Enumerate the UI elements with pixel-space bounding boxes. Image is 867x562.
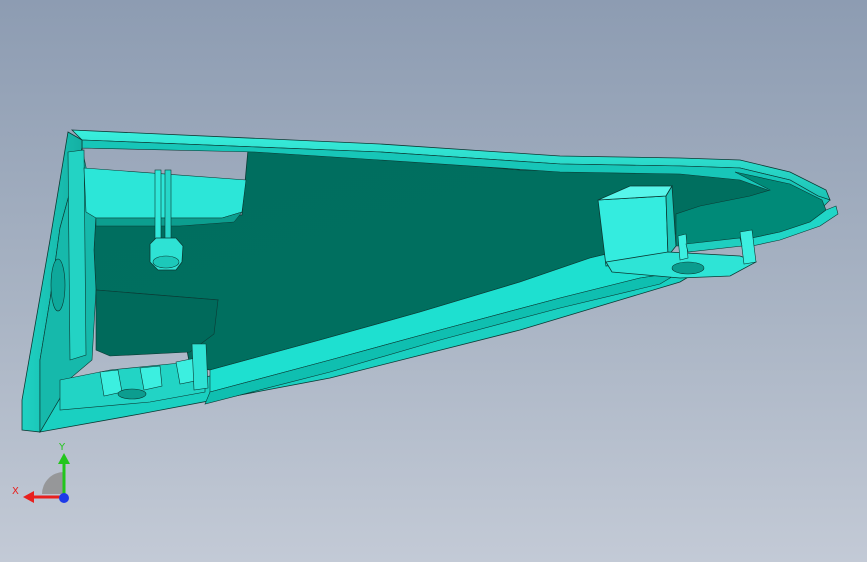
left-rib-hole	[50, 258, 66, 312]
bottom-clip-tab-2	[139, 365, 163, 391]
left-rib	[67, 149, 87, 361]
y-axis-label: Y	[58, 442, 66, 453]
cad-model[interactable]	[0, 0, 867, 562]
triad-quadrant	[42, 472, 64, 494]
z-axis-dot	[59, 493, 69, 503]
x-axis-arrow-head	[23, 491, 34, 503]
y-axis-arrow-head	[58, 453, 70, 464]
orientation-triad: Y X	[12, 442, 70, 503]
boss-shaft-right	[164, 169, 172, 241]
boss-shaft-left	[154, 169, 162, 241]
x-axis-label: X	[12, 486, 19, 497]
bottom-clip-hole	[117, 388, 147, 400]
3d-viewport[interactable]: Y X	[0, 0, 867, 562]
boss-tip	[152, 255, 180, 269]
bottom-clip-post	[191, 343, 209, 391]
bracket-hole	[671, 261, 705, 275]
